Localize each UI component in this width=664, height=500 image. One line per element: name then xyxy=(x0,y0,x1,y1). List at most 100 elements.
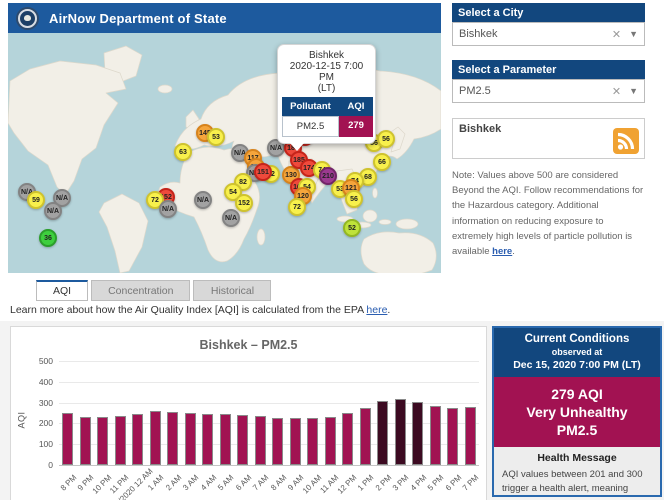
map-marker-152[interactable]: 152 xyxy=(235,194,253,212)
chart-bar[interactable] xyxy=(202,414,213,465)
chart-bar[interactable] xyxy=(412,402,423,465)
map-marker-52[interactable]: 52 xyxy=(343,219,361,237)
rss-feed-icon[interactable] xyxy=(613,128,639,154)
tab-historical[interactable]: Historical xyxy=(193,280,271,301)
learn-more-suffix: . xyxy=(387,304,390,316)
chart-gridline xyxy=(59,465,479,466)
chevron-down-icon[interactable]: ▼ xyxy=(629,86,638,96)
chart-gridline xyxy=(59,361,479,362)
popup-aqi-value: 279 xyxy=(339,116,373,137)
tab-concentration[interactable]: Concentration xyxy=(91,280,190,301)
city-select[interactable]: Bishkek ✕ ▼ xyxy=(452,22,645,46)
chart-bar[interactable] xyxy=(115,416,126,465)
chart-bar[interactable] xyxy=(342,413,353,465)
chevron-down-icon[interactable]: ▼ xyxy=(629,29,638,39)
aqi-category: Very Unhealthy xyxy=(496,403,658,421)
note-text: Note: Values above 500 are considered Be… xyxy=(452,170,643,257)
bottom-section: Bishkek – PM2.5 AQI 01002003004005008 PM… xyxy=(0,321,664,500)
health-message-block: Health Message AQI values between 201 an… xyxy=(494,447,660,497)
world-map[interactable]: N/A59N/AN/A3615272N/A6314553N/AN/AN/A117… xyxy=(8,33,441,273)
chart-bar[interactable] xyxy=(150,411,161,465)
y-axis-tick: 0 xyxy=(23,460,53,470)
sidebar: Select a City Bishkek ✕ ▼ Select a Param… xyxy=(452,3,645,259)
page-title: AirNow Department of State xyxy=(49,11,227,26)
popup-pollutant-header: Pollutant xyxy=(282,97,339,116)
popup-timezone: (LT) xyxy=(282,83,371,94)
y-axis-tick: 100 xyxy=(23,439,53,449)
chart-bar[interactable] xyxy=(185,413,196,465)
y-axis-tick: 300 xyxy=(23,398,53,408)
observed-date: Dec 15, 2020 7:00 PM (LT) xyxy=(496,359,658,371)
clear-parameter-icon[interactable]: ✕ xyxy=(612,85,621,98)
note-here-link[interactable]: here xyxy=(492,246,512,257)
chart-bar[interactable] xyxy=(447,408,458,465)
feed-city-label: Bishkek xyxy=(459,123,638,135)
chart-bar[interactable] xyxy=(290,418,301,465)
chart-bar[interactable] xyxy=(360,408,371,465)
chart-bar[interactable] xyxy=(80,417,91,465)
health-message-text: AQI values between 201 and 300 trigger a… xyxy=(502,468,652,497)
map-marker-53[interactable]: 53 xyxy=(207,128,225,146)
chart-bar[interactable] xyxy=(255,416,266,465)
chart-bar[interactable] xyxy=(272,418,283,465)
map-marker-66[interactable]: 66 xyxy=(373,153,391,171)
tab-aqi[interactable]: AQI xyxy=(36,280,88,301)
aqi-note: Note: Values above 500 are considered Be… xyxy=(452,168,645,259)
y-axis-tick: 400 xyxy=(23,377,53,387)
aqi-pollutant: PM2.5 xyxy=(496,421,658,439)
learn-more-prefix: Learn more about how the Air Quality Ind… xyxy=(10,304,366,316)
map-marker-n-a[interactable]: N/A xyxy=(44,202,62,220)
aqi-value: 279 AQI xyxy=(496,385,658,403)
observed-at-label: observed at xyxy=(496,347,658,357)
map-marker-n-a[interactable]: N/A xyxy=(159,200,177,218)
current-conditions-title: Current Conditions xyxy=(496,333,658,345)
popup-table: Pollutant AQI PM2.5 279 xyxy=(282,97,373,137)
map-marker-63[interactable]: 63 xyxy=(174,143,192,161)
parameter-select[interactable]: PM2.5 ✕ ▼ xyxy=(452,79,645,103)
map-marker-n-a[interactable]: N/A xyxy=(222,209,240,227)
chart-gridline xyxy=(59,382,479,383)
map-marker-56[interactable]: 56 xyxy=(345,190,363,208)
chart-bar[interactable] xyxy=(62,413,73,465)
map-marker-72[interactable]: 72 xyxy=(288,198,306,216)
popup-aqi-header: AQI xyxy=(339,97,373,116)
health-message-title: Health Message xyxy=(502,452,652,464)
app-header: AirNow Department of State xyxy=(8,3,441,33)
y-axis-tick: 200 xyxy=(23,418,53,428)
popup-datetime: 2020-12-15 7:00 PM xyxy=(282,61,371,83)
epa-here-link[interactable]: here xyxy=(366,304,387,316)
map-marker-n-a[interactable]: N/A xyxy=(194,191,212,209)
chart-bar[interactable] xyxy=(377,401,388,465)
popup-city: Bishkek xyxy=(282,50,371,61)
chart-bar[interactable] xyxy=(307,418,318,465)
clear-city-icon[interactable]: ✕ xyxy=(612,28,621,41)
map-marker-56[interactable]: 56 xyxy=(377,130,395,148)
chart-plot-area: 01002003004005008 PM9 PM10 PM11 PM12/15/… xyxy=(59,361,479,465)
select-parameter-header: Select a Parameter xyxy=(452,60,645,79)
chart-bar[interactable] xyxy=(430,406,441,465)
chart-bar[interactable] xyxy=(395,399,406,465)
chart-bar[interactable] xyxy=(132,414,143,465)
chart-bar[interactable] xyxy=(167,412,178,465)
note-suffix: . xyxy=(512,246,515,257)
chart-bar[interactable] xyxy=(325,417,336,465)
parameter-select-value: PM2.5 xyxy=(459,85,612,97)
department-of-state-seal-icon xyxy=(16,7,39,30)
learn-more-text: Learn more about how the Air Quality Ind… xyxy=(10,304,390,316)
map-marker-59[interactable]: 59 xyxy=(27,191,45,209)
chart-bar[interactable] xyxy=(465,407,476,465)
view-tabs: AQI Concentration Historical xyxy=(36,280,271,301)
map-basemap xyxy=(8,33,441,273)
aqi-value-block: 279 AQI Very Unhealthy PM2.5 xyxy=(494,377,660,447)
city-feed-box: Bishkek xyxy=(452,118,645,159)
chart-bar[interactable] xyxy=(97,417,108,465)
chart-bar[interactable] xyxy=(237,415,248,465)
airnow-page: AirNow Department of State xyxy=(0,0,664,500)
chart-title: Bishkek – PM2.5 xyxy=(11,338,486,352)
map-marker-36[interactable]: 36 xyxy=(39,229,57,247)
chart-bar[interactable] xyxy=(220,414,231,465)
popup-pollutant-value: PM2.5 xyxy=(282,116,339,137)
chart-panel: Bishkek – PM2.5 AQI 01002003004005008 PM… xyxy=(10,326,487,500)
map-marker-151[interactable]: 151 xyxy=(254,163,272,181)
current-conditions-panel: Current Conditions observed at Dec 15, 2… xyxy=(492,326,662,497)
